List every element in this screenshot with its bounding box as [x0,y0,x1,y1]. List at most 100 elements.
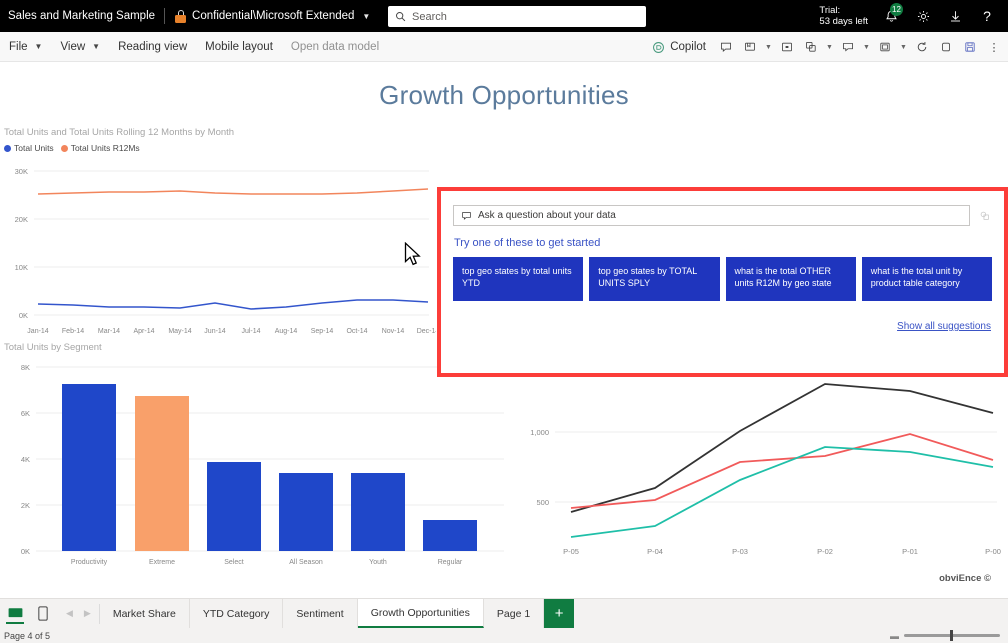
add-page-button[interactable]: + [544,599,574,628]
scroll-left-arrow[interactable]: ◀ [66,608,73,619]
comment-button[interactable] [714,32,738,62]
page-tab-sentiment[interactable]: Sentiment [283,599,357,628]
zoom-out-icon[interactable]: ▬ [890,631,899,641]
visual-total-units-by-segment[interactable]: Total Units by Segment 8K 6K 4K 2K 0K [4,342,509,592]
qna-suggestion-list: top geo states by total units YTD top ge… [453,257,992,301]
svg-text:May-14: May-14 [168,328,191,335]
svg-text:Youth: Youth [369,559,387,566]
bookmarks-button[interactable] [738,32,762,62]
zoom-slider-thumb[interactable] [950,630,953,641]
help-button[interactable]: ? [972,0,1002,32]
svg-text:P-03: P-03 [732,547,748,556]
zoom-control[interactable]: ▬ [890,628,1000,643]
reset-button[interactable] [934,32,958,62]
qna-suggestion-chip[interactable]: top geo states by total units YTD [453,257,583,301]
ribbon-actions: Copilot ▼ ▼ ▼ ▼ ⋮ [644,32,1006,62]
bar-extreme [135,396,189,551]
series-west [571,434,993,508]
search-box[interactable] [388,6,646,27]
question-mark-icon: ? [983,8,991,24]
mobile-view-button[interactable] [34,598,52,628]
chat-bubble-icon [461,210,472,221]
qna-suggestion-chip[interactable]: top geo states by TOTAL UNITS SPLY [589,257,719,301]
qna-suggestion-chip[interactable]: what is the total OTHER units R12M by ge… [726,257,856,301]
visual-title: Total Units by Segment [4,342,509,353]
subscribe-button[interactable] [873,32,897,62]
visual-total-units-rolling[interactable]: Total Units and Total Units Rolling 12 M… [4,127,436,372]
svg-text:4K: 4K [21,455,30,464]
qna-try-label: Try one of these to get started [454,237,992,249]
line-chart-plot: 30K 20K 10K 0K Jan-14 Feb-14 Mar-14 Apr-… [4,157,436,367]
app-title: Sales and Marketing Sample [0,10,155,22]
qna-suggestion-chip[interactable]: what is the total unit by product table … [862,257,992,301]
chevron-down-icon[interactable]: ▼ [860,44,873,51]
visual-total-units-by-region[interactable]: Total Units by Rolling Period and Region… [515,342,1005,592]
chevron-down-icon[interactable]: ▼ [762,44,775,51]
svg-text:Feb-14: Feb-14 [62,328,84,335]
svg-text:Select: Select [224,559,244,566]
page-tab-market-share[interactable]: Market Share [100,599,190,628]
qna-question-box[interactable]: Ask a question about your data [453,205,970,226]
visual-title: Total Units and Total Units Rolling 12 M… [4,127,436,138]
legend-swatch-total-units [4,145,11,152]
desktop-icon [7,607,24,620]
save-button[interactable] [958,32,982,62]
save-disk-icon [963,40,977,54]
view-mode-button[interactable] [775,32,799,62]
chevron-down-icon[interactable]: ▼ [823,44,836,51]
bar-all-season [279,473,333,551]
refresh-button[interactable] [910,32,934,62]
page-indicator: Page 4 of 5 [0,631,50,641]
page-tab-growth-opportunities[interactable]: Growth Opportunities [358,599,484,628]
legend-item: Total Units R12Ms [61,143,140,153]
legend-swatch-r12m [61,145,68,152]
svg-text:6K: 6K [21,409,30,418]
svg-text:10K: 10K [15,263,28,272]
menu-reading-view[interactable]: Reading view [109,32,196,62]
page-title: Growth Opportunities [0,80,1008,111]
chat-in-teams-button[interactable] [836,32,860,62]
copilot-button[interactable]: Copilot [644,41,714,54]
sensitivity-label[interactable]: Confidential\Microsoft Extended ▼ [174,10,370,23]
menu-view-label: View [60,41,85,53]
menu-view[interactable]: View ▼ [51,32,109,62]
notifications-button[interactable]: 12 [876,0,906,32]
trial-days-left: 53 days left [819,16,868,27]
header-actions: Trial: 53 days left 12 ? [819,0,1002,32]
svg-text:0K: 0K [19,311,28,320]
svg-text:Extreme: Extreme [149,559,175,566]
svg-text:P-00: P-00 [985,547,1001,556]
top-header-bar: Sales and Marketing Sample Confidential\… [0,0,1008,32]
more-options-button[interactable]: ⋮ [982,32,1006,62]
page-tab-ytd-category[interactable]: YTD Category [190,599,284,628]
copilot-label: Copilot [670,41,706,53]
share-button[interactable] [799,32,823,62]
bar-youth [351,473,405,551]
svg-text:20K: 20K [15,215,28,224]
scroll-right-arrow[interactable]: ▶ [84,608,91,619]
svg-text:30K: 30K [15,167,28,176]
chevron-down-icon[interactable]: ▼ [897,44,910,51]
qna-menu-icon[interactable] [976,210,992,221]
watermark: obviEnce © [939,573,991,584]
trial-label: Trial: [819,5,868,16]
chevron-down-icon: ▼ [92,42,100,51]
show-all-suggestions-link[interactable]: Show all suggestions [897,321,991,332]
refresh-icon [915,40,929,54]
menu-file[interactable]: File▼ [0,32,51,62]
svg-text:Sep-14: Sep-14 [311,328,334,335]
chevron-down-icon: ▼ [35,42,43,51]
settings-button[interactable] [908,0,938,32]
svg-text:Productivity: Productivity [71,559,108,566]
fit-page-icon [780,40,794,54]
copilot-icon [652,41,665,54]
qna-input-row: Ask a question about your data [453,205,992,226]
desktop-view-button[interactable] [6,598,24,628]
svg-text:Dec-14: Dec-14 [417,328,436,335]
menu-mobile-layout[interactable]: Mobile layout [196,32,282,62]
zoom-slider-track[interactable] [904,634,1000,637]
page-tab-page-1[interactable]: Page 1 [484,599,544,628]
search-input[interactable] [412,11,639,23]
download-button[interactable] [940,0,970,32]
menu-open-data-model[interactable]: Open data model [282,32,388,62]
